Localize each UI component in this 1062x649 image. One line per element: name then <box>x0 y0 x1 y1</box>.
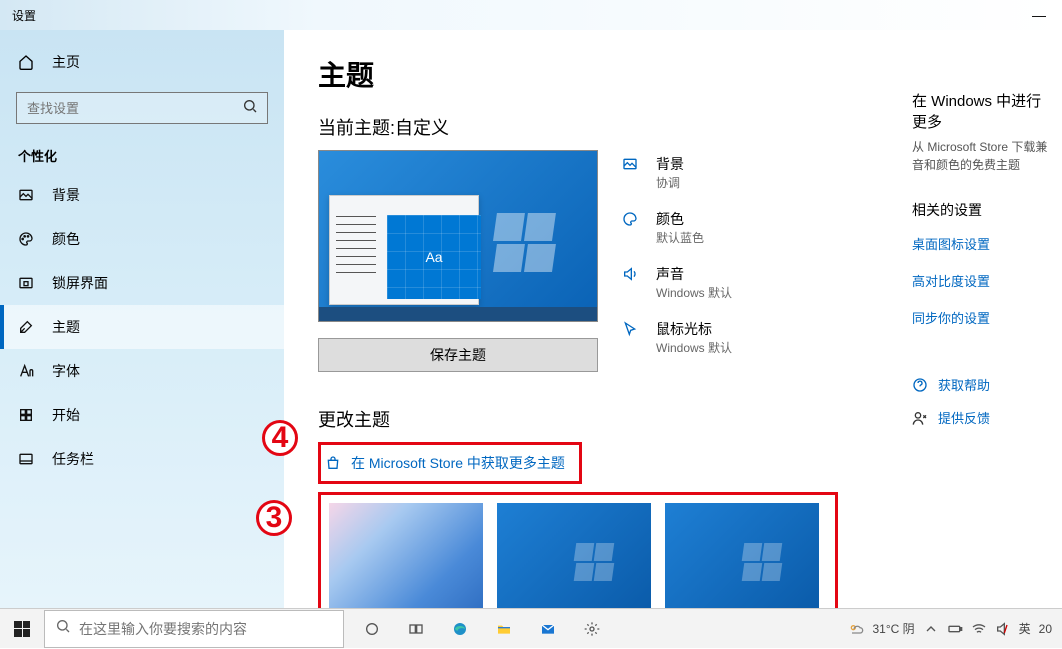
mail-button[interactable] <box>526 609 570 649</box>
weather-icon <box>848 621 864 637</box>
task-view-button[interactable] <box>394 609 438 649</box>
home-icon <box>18 54 34 70</box>
cursor-icon <box>622 321 642 337</box>
preview-tile: Aa <box>387 215 481 299</box>
sidebar-search-input[interactable] <box>17 101 233 116</box>
feedback-icon <box>912 410 928 426</box>
font-icon <box>18 363 34 379</box>
theme-icon <box>18 319 34 335</box>
ime-indicator[interactable]: 英 <box>1019 620 1031 637</box>
link-desktop-icons[interactable]: 桌面图标设置 <box>912 234 1056 253</box>
sidebar-item-background[interactable]: 背景 <box>0 173 284 217</box>
get-help-link[interactable]: 获取帮助 <box>912 375 1056 394</box>
sidebar-item-label: 字体 <box>52 361 80 381</box>
help-label: 获取帮助 <box>938 375 990 394</box>
theme-thumb-1[interactable] <box>329 503 483 608</box>
theme-prop-color[interactable]: 颜色 默认蓝色 <box>622 209 732 246</box>
feedback-label: 提供反馈 <box>938 408 990 427</box>
themes-grid-highlight <box>318 492 838 608</box>
sound-icon <box>622 266 642 282</box>
prop-title: 声音 <box>656 264 732 284</box>
cortana-button[interactable] <box>350 609 394 649</box>
sidebar-item-label: 主题 <box>52 317 80 337</box>
sidebar-item-label: 任务栏 <box>52 449 94 469</box>
prop-title: 颜色 <box>656 209 704 229</box>
picture-icon <box>18 187 34 203</box>
theme-prop-background[interactable]: 背景 协调 <box>622 154 732 191</box>
search-icon <box>55 618 71 639</box>
app-title: 设置 <box>12 7 36 24</box>
save-theme-button[interactable]: 保存主题 <box>318 338 598 372</box>
taskbar-search-input[interactable] <box>79 621 333 637</box>
store-icon <box>325 455 341 471</box>
sidebar-item-start[interactable]: 开始 <box>0 393 284 437</box>
chevron-up-icon[interactable] <box>923 621 939 637</box>
os-taskbar: 31°C 阴 英 20 <box>0 608 1062 648</box>
sidebar-search[interactable] <box>16 92 268 124</box>
window-titlebar: 设置 — <box>0 0 1062 30</box>
sidebar-item-taskbar[interactable]: 任务栏 <box>0 437 284 481</box>
prop-title: 背景 <box>656 154 684 174</box>
sidebar-item-label: 颜色 <box>52 229 80 249</box>
right-more-title: 在 Windows 中进行更多 <box>912 90 1056 132</box>
theme-prop-cursor[interactable]: 鼠标光标 Windows 默认 <box>622 319 732 356</box>
explorer-button[interactable] <box>482 609 526 649</box>
right-more-desc: 从 Microsoft Store 下载兼音和颜色的免费主题 <box>912 138 1056 174</box>
theme-prop-sound[interactable]: 声音 Windows 默认 <box>622 264 732 301</box>
sidebar-item-label: 开始 <box>52 405 80 425</box>
sidebar-item-lockscreen[interactable]: 锁屏界面 <box>0 261 284 305</box>
theme-thumb-3[interactable] <box>665 503 819 608</box>
theme-preview: Aa <box>318 150 598 322</box>
prop-value: 协调 <box>656 174 684 191</box>
theme-thumb-2[interactable] <box>497 503 651 608</box>
sidebar-item-themes[interactable]: 主题 <box>0 305 284 349</box>
prop-value: 默认蓝色 <box>656 229 704 246</box>
related-settings-title: 相关的设置 <box>912 200 1056 220</box>
taskbar-search[interactable] <box>44 610 344 648</box>
search-icon <box>233 98 267 119</box>
give-feedback-link[interactable]: 提供反馈 <box>912 408 1056 427</box>
link-high-contrast[interactable]: 高对比度设置 <box>912 271 1056 290</box>
help-icon <box>912 377 928 393</box>
prop-value: Windows 默认 <box>656 284 732 301</box>
sidebar-item-color[interactable]: 颜色 <box>0 217 284 261</box>
prop-value: Windows 默认 <box>656 339 732 356</box>
prop-title: 鼠标光标 <box>656 319 732 339</box>
sidebar-item-label: 背景 <box>52 185 80 205</box>
page-title: 主题 <box>318 54 1062 94</box>
main-pane: 主题 当前主题:自定义 Aa 保存主题 背景 协调 颜 <box>284 30 1062 608</box>
volume-icon <box>995 621 1011 637</box>
link-sync-settings[interactable]: 同步你的设置 <box>912 308 1056 327</box>
sidebar-category: 个性化 <box>0 142 284 173</box>
right-panel: 在 Windows 中进行更多 从 Microsoft Store 下载兼音和颜… <box>912 90 1062 441</box>
lockscreen-icon <box>18 275 34 291</box>
picture-icon <box>622 156 642 172</box>
settings-button[interactable] <box>570 609 614 649</box>
weather-text: 31°C 阴 <box>872 620 914 637</box>
start-button[interactable] <box>0 609 44 649</box>
wifi-icon <box>971 621 987 637</box>
annotation-4: 4 <box>262 420 298 456</box>
sidebar-home[interactable]: 主页 <box>0 44 284 80</box>
palette-icon <box>622 211 642 227</box>
store-link-highlight: 在 Microsoft Store 中获取更多主题 <box>318 442 582 484</box>
system-tray[interactable]: 31°C 阴 英 20 <box>848 620 1062 637</box>
annotation-3: 3 <box>256 500 292 536</box>
edge-button[interactable] <box>438 609 482 649</box>
clock-fragment: 20 <box>1039 622 1052 636</box>
battery-icon <box>947 621 963 637</box>
taskbar-icon <box>18 451 34 467</box>
palette-icon <box>18 231 34 247</box>
sidebar-item-fonts[interactable]: 字体 <box>0 349 284 393</box>
get-more-themes-link[interactable]: 在 Microsoft Store 中获取更多主题 <box>351 453 565 473</box>
minimize-button[interactable]: — <box>1016 7 1062 23</box>
sidebar: 主页 个性化 背景 颜色 锁屏界面 主题 字体 开始 任务栏 <box>0 30 284 608</box>
sidebar-item-label: 锁屏界面 <box>52 273 108 293</box>
sidebar-home-label: 主页 <box>52 52 80 72</box>
start-icon <box>18 407 34 423</box>
